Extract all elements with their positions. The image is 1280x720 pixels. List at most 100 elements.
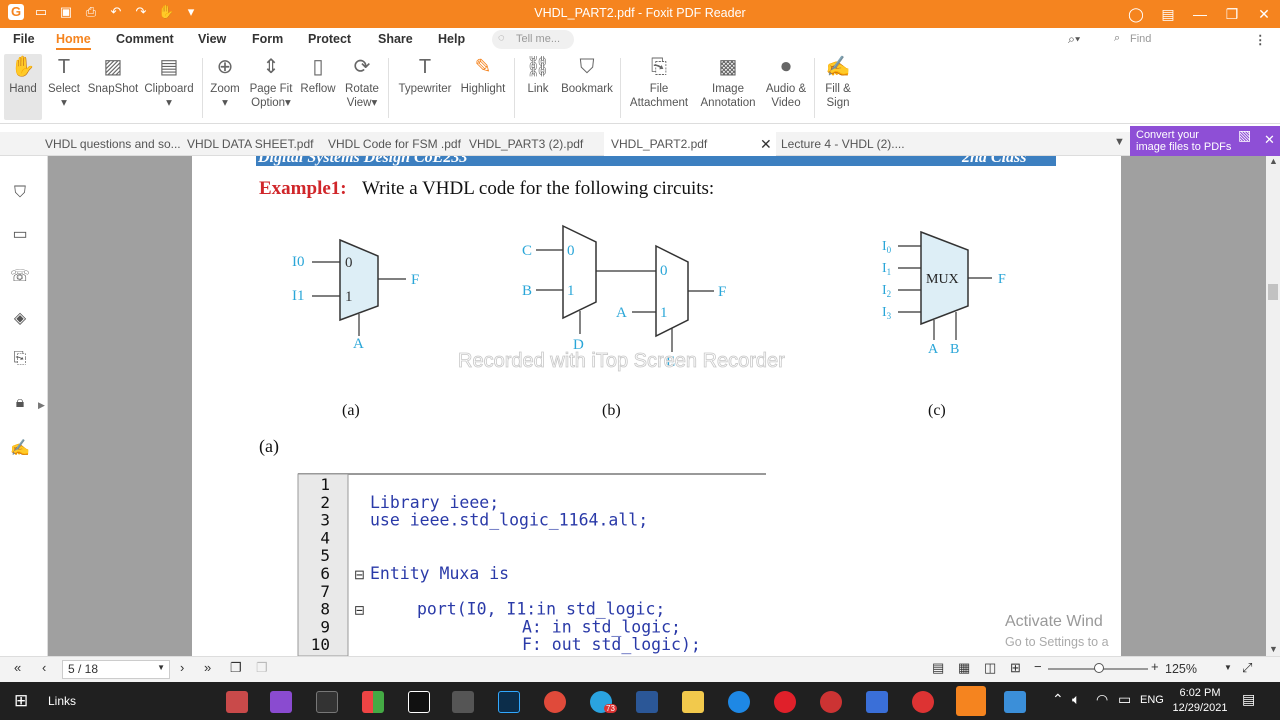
bookmark-panel-icon[interactable]: ⛉ (10, 184, 30, 204)
menu-form[interactable]: Form (252, 32, 283, 46)
more-options-icon[interactable]: ⋮ (1254, 32, 1267, 47)
intellij-icon[interactable] (408, 691, 430, 713)
hand-tool-button[interactable]: ✋ Hand (4, 54, 42, 120)
search-options-icon[interactable]: ⌕▾ (1068, 32, 1080, 47)
restore-button[interactable]: ❐ (1216, 0, 1248, 28)
word-icon[interactable] (636, 691, 658, 713)
document-viewer[interactable]: Digital Systems Design CoE233 2nd Class … (48, 156, 1266, 656)
zoom-slider[interactable] (1048, 663, 1148, 673)
file-attachment-button[interactable]: ⎘ File Attachment (626, 54, 692, 110)
security-panel-icon[interactable]: 🔒︎ (10, 394, 30, 414)
file-explorer-icon[interactable] (682, 691, 704, 713)
tabs-overflow-icon[interactable]: ▼ (1114, 136, 1125, 148)
zoom-level[interactable]: 125% (1165, 662, 1197, 676)
scroll-thumb[interactable] (1268, 284, 1278, 300)
last-page-icon[interactable]: » (204, 660, 211, 675)
gear-app-icon[interactable] (820, 691, 842, 713)
single-page-view-icon[interactable]: ▤ (932, 660, 944, 676)
photos-icon[interactable] (1004, 691, 1026, 713)
menu-protect[interactable]: Protect (308, 32, 351, 46)
volume-icon[interactable]: 🔈︎ (1072, 691, 1080, 708)
zoom-out-icon[interactable]: − (1034, 659, 1042, 674)
expand-panel-icon[interactable]: ▶ (38, 400, 45, 411)
calculator-app-icon[interactable] (452, 691, 474, 713)
opera-icon[interactable] (774, 691, 796, 713)
tab-vhdl-data-sheet[interactable]: VHDL DATA SHEET.pdf (187, 137, 314, 151)
continuous-facing-view-icon[interactable]: ⊞ (1010, 660, 1021, 676)
foxit-taskbar-icon[interactable] (956, 686, 986, 716)
minimize-button[interactable]: — (1184, 0, 1216, 28)
page-dropdown-icon[interactable]: ▼ (157, 663, 165, 672)
tab-vhdl-part3[interactable]: VHDL_PART3 (2).pdf (469, 137, 583, 151)
quartus-icon[interactable] (866, 691, 888, 713)
tab-vhdl-part2[interactable]: VHDL_PART2.pdf (604, 132, 776, 156)
link-button[interactable]: ⛓ Link (520, 54, 556, 96)
find-input[interactable]: ⌕ Find (1110, 31, 1240, 49)
ccleaner-icon[interactable] (728, 691, 750, 713)
menu-help[interactable]: Help (438, 32, 465, 46)
office-app-icon[interactable] (362, 691, 384, 713)
links-toolbar[interactable]: Links (48, 694, 76, 708)
chrome-icon[interactable] (544, 691, 566, 713)
scroll-down-icon[interactable]: ▼ (1269, 644, 1278, 654)
battery-icon[interactable]: ▭ (1118, 691, 1131, 708)
page-number-input[interactable]: 5 / 18 ▼ (62, 660, 170, 679)
photoshop-icon[interactable] (498, 691, 520, 713)
ribbon-options-icon[interactable]: ▤ (1152, 0, 1184, 28)
typewriter-button[interactable]: T Typewriter (394, 54, 456, 96)
close-button[interactable]: ✕ (1248, 0, 1280, 28)
code-fold-icon[interactable]: ⊟ (354, 603, 365, 618)
reflow-button[interactable]: ▯ Reflow (298, 54, 338, 96)
menu-home[interactable]: Home (56, 32, 91, 50)
screen-recorder-icon[interactable] (912, 691, 934, 713)
snapshot-button[interactable]: ▨ SnapShot (86, 54, 140, 96)
continuous-view-icon[interactable]: ▦ (958, 660, 970, 676)
tab-close-icon[interactable]: ✕ (760, 136, 772, 153)
windows-start-icon[interactable]: ⊞ (14, 691, 28, 711)
zoom-button[interactable]: ⊕ Zoom ▾ (206, 54, 244, 110)
tab-vhdl-questions[interactable]: VHDL questions and so... (45, 137, 181, 151)
previous-view-icon[interactable]: ❐ (230, 660, 242, 676)
attachments-panel-icon[interactable]: ⎘ (10, 350, 30, 370)
notification-icon[interactable]: ▤ (1242, 691, 1255, 708)
facing-view-icon[interactable]: ◫ (984, 660, 996, 676)
select-tool-button[interactable]: T Select ▾ (44, 54, 84, 110)
audio-video-button[interactable]: ⏺ Audio & Video (762, 54, 810, 110)
tab-lecture-4[interactable]: Lecture 4 - VHDL (2).... (781, 137, 905, 151)
previous-page-icon[interactable]: ‹ (42, 660, 46, 675)
image-annotation-button[interactable]: ▩ Image Annotation (696, 54, 760, 110)
menu-comment[interactable]: Comment (116, 32, 174, 46)
fullscreen-icon[interactable]: ⤢ (1242, 660, 1252, 676)
scroll-up-icon[interactable]: ▲ (1269, 156, 1278, 166)
show-hidden-icons[interactable]: ⌃ (1052, 691, 1064, 708)
highlight-button[interactable]: ✎ Highlight (458, 54, 508, 96)
bookmark-button[interactable]: ⛉ Bookmark (558, 54, 616, 96)
taskbar-clock[interactable]: 6:02 PM 12/29/2021 (1168, 686, 1232, 716)
page-fit-option-button[interactable]: ⇕ Page Fit Option▾ (248, 54, 294, 110)
pages-panel-icon[interactable]: ▭ (10, 224, 30, 244)
wifi-icon[interactable]: ◠ (1096, 691, 1108, 708)
fill-sign-button[interactable]: ✍ Fill & Sign (818, 54, 858, 110)
code-fold-icon[interactable]: ⊟ (354, 567, 365, 582)
first-page-icon[interactable]: « (14, 660, 21, 675)
zoom-slider-thumb[interactable] (1094, 663, 1104, 673)
clipboard-button[interactable]: ▤ Clipboard ▾ (144, 54, 194, 110)
convert-images-promo[interactable]: Convert your image files to PDFs ▧ ✕ (1130, 126, 1280, 156)
layers-panel-icon[interactable]: ◈ (10, 308, 30, 328)
rotate-view-button[interactable]: ⟳ Rotate View▾ (340, 54, 384, 110)
zoom-dropdown-icon[interactable]: ▼ (1224, 663, 1232, 672)
tab-vhdl-fsm[interactable]: VHDL Code for FSM .pdf (328, 137, 461, 151)
tell-me-search[interactable]: ◌ Tell me... (492, 30, 574, 49)
vertical-scrollbar[interactable]: ▲ ▼ (1266, 156, 1280, 656)
next-view-icon[interactable]: ❐ (256, 660, 268, 676)
next-page-icon[interactable]: › (180, 660, 184, 675)
terminal-icon[interactable] (316, 691, 338, 713)
menu-view[interactable]: View (198, 32, 226, 46)
language-indicator[interactable]: ENG (1140, 694, 1164, 706)
account-icon[interactable]: ◯ (1120, 0, 1152, 28)
promo-close-icon[interactable]: ✕ (1264, 133, 1275, 146)
visual-studio-icon[interactable] (270, 691, 292, 713)
network-app-icon[interactable] (226, 691, 248, 713)
comments-panel-icon[interactable]: ☏ (10, 266, 30, 286)
zoom-in-icon[interactable]: + (1151, 659, 1159, 674)
